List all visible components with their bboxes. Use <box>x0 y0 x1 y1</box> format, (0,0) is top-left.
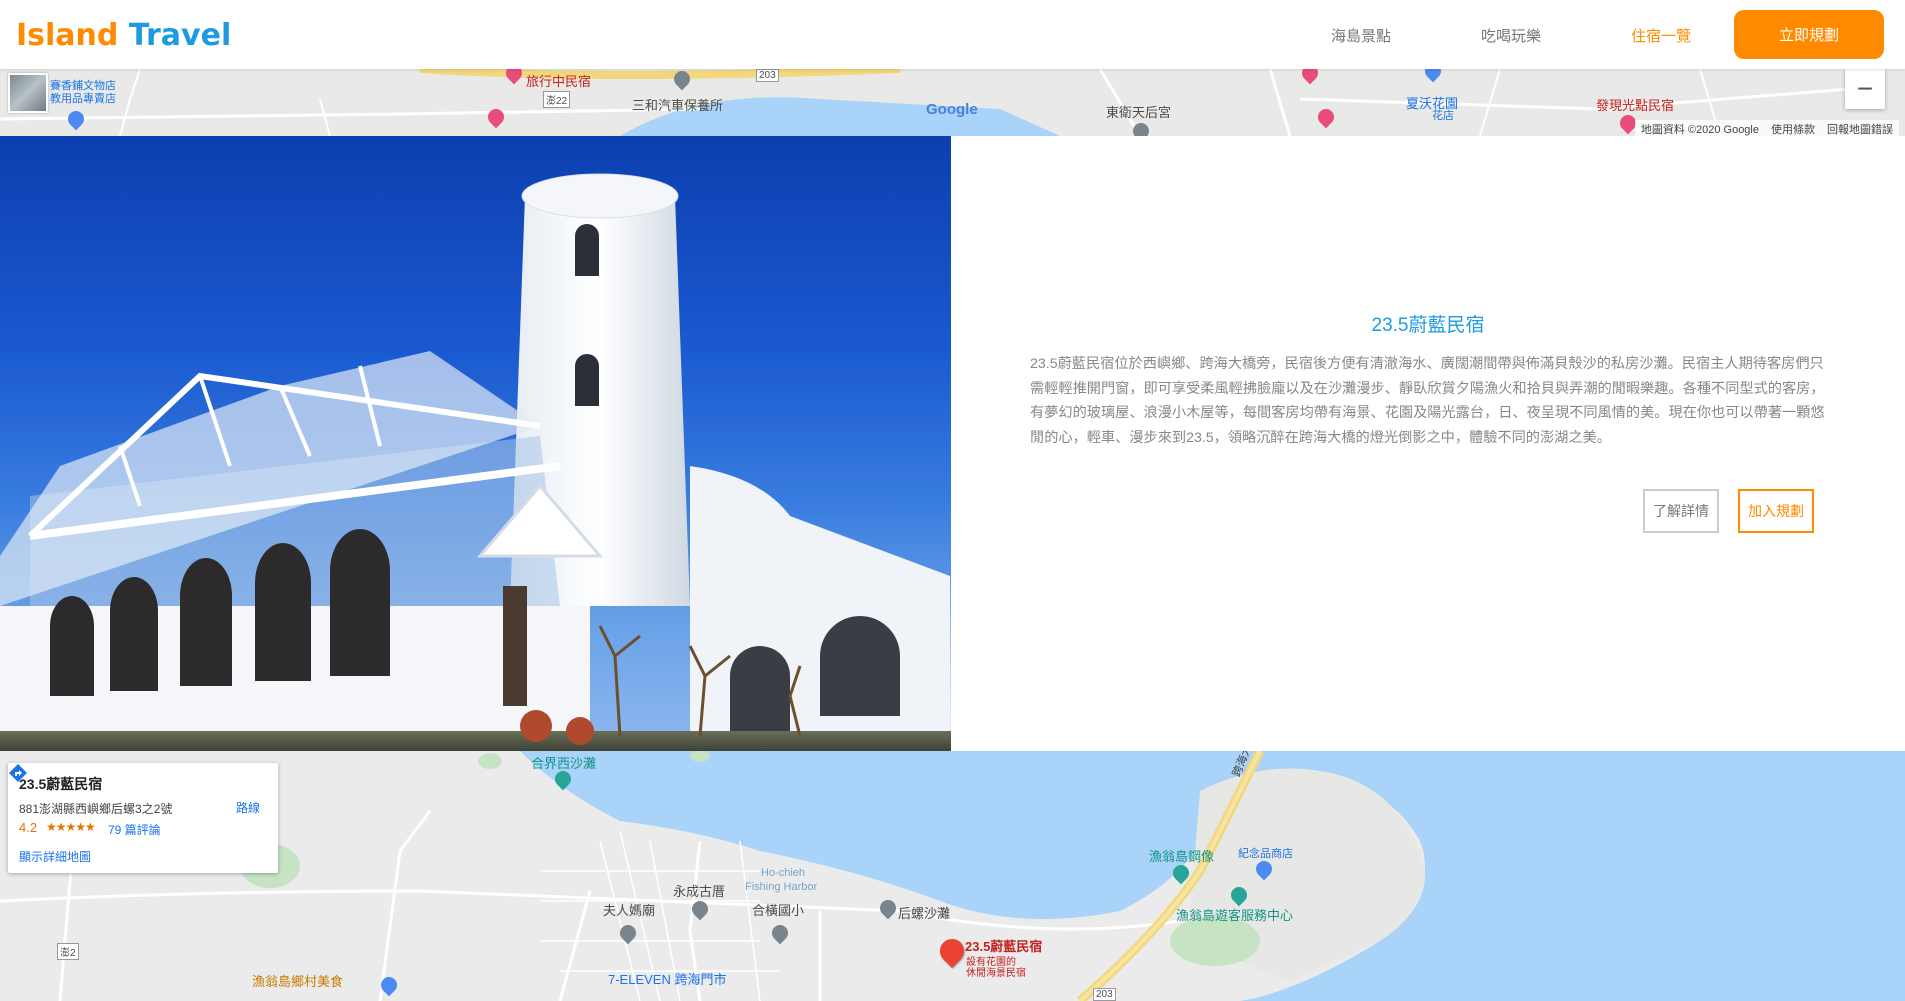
map-label-shop-sub: 教用品專賣店 <box>50 93 116 105</box>
map-road-shield-peng2: 澎2 <box>57 943 79 960</box>
place-name: 23.5蔚藍民宿 <box>19 776 103 792</box>
map-label-school[interactable]: 合橫國小 <box>752 900 804 919</box>
learn-more-button[interactable]: 了解詳情 <box>1643 489 1719 533</box>
place-address: 881澎湖縣西嶼鄉后螺3之2號 <box>19 802 173 816</box>
map-label-back-beach[interactable]: 后螺沙灘 <box>898 903 950 922</box>
terms-link[interactable]: 使用條款 <box>1771 121 1815 136</box>
map-label-harbor-en: Ho-chieh <box>761 867 806 879</box>
nav-link-accommodation[interactable]: 住宿一覽 <box>1631 25 1691 46</box>
map-label-souvenir[interactable]: 紀念品商店 <box>1238 845 1293 861</box>
accommodation-detail: 23.5蔚藍民宿 23.5蔚藍民宿位於西嶼鄉、跨海大橋旁，民宿後方便有清澈海水、… <box>951 136 1905 751</box>
plan-now-button[interactable]: 立即規劃 <box>1734 10 1884 59</box>
report-error-link[interactable]: 回報地圖錯誤 <box>1827 121 1893 136</box>
accommodation-title: 23.5蔚藍民宿 <box>1371 315 1485 336</box>
map-label-garden-sub: 花店 <box>1432 110 1454 122</box>
map-label-car-shop[interactable]: 三和汽車保養所 <box>632 95 723 114</box>
google-logo: Google <box>926 101 978 118</box>
location-map[interactable]: 23.5蔚藍民宿 881澎湖縣西嶼鄉后螺3之2號 4.2 ★★★★★ 79 篇評… <box>0 751 1905 1001</box>
place-info-card: 23.5蔚藍民宿 881澎湖縣西嶼鄉后螺3之2號 4.2 ★★★★★ 79 篇評… <box>8 763 278 873</box>
streetview-thumbnail[interactable] <box>8 73 48 113</box>
reviews-link[interactable]: 79 篇評論 <box>108 821 161 838</box>
zoom-out-button[interactable]: − <box>1845 69 1885 109</box>
nav-link-food-fun[interactable]: 吃喝玩樂 <box>1481 25 1541 46</box>
map-road-shield: 澎22 <box>543 91 571 108</box>
map-label-statue[interactable]: 漁翁島鋼像 <box>1149 846 1214 865</box>
map-label-visitor-center[interactable]: 漁翁島遊客服務中心 <box>1176 905 1293 924</box>
lighthouse-illustration <box>0 173 951 751</box>
nav-link-attractions[interactable]: 海島景點 <box>1331 25 1391 46</box>
place-rating: 4.2 <box>19 820 38 835</box>
map-label-inn2[interactable]: 發現光點民宿 <box>1596 95 1674 114</box>
map-label-food[interactable]: 漁翁島鄉村美食 <box>252 971 343 990</box>
map-label-temple[interactable]: 東衛天后宮 <box>1106 102 1171 121</box>
map-label-mazu[interactable]: 夫人媽廟 <box>603 900 655 919</box>
rating-stars-icon: ★★★★★ <box>46 820 96 834</box>
map-data-credit: 地圖資料 ©2020 Google <box>1640 124 1759 136</box>
top-navbar: Island Travel 海島景點 吃喝玩樂 住宿一覽 立即規劃 <box>0 0 1905 69</box>
map-road-shield-203-bottom: 203 <box>1093 988 1116 1001</box>
map-label-harbor-en2: Fishing Harbor <box>745 881 818 893</box>
top-map[interactable]: 賽香鋪文物店 教用品專賣店 旅行中民宿 澎22 三和汽車保養所 203 Goog… <box>0 69 1905 136</box>
map-label-hotel-sub2: 休閒海景民宿 <box>966 968 1026 979</box>
map-label-west-beach[interactable]: 合界西沙灘 <box>531 753 596 772</box>
map-attribution: 地圖資料 ©2020 Google 使用條款 回報地圖錯誤 <box>1634 120 1899 136</box>
directions-icon[interactable] <box>8 763 28 783</box>
accommodation-description: 23.5蔚藍民宿位於西嶼鄉、跨海大橋旁，民宿後方便有清澈海水、廣闊潮間帶與佈滿貝… <box>1030 356 1825 446</box>
map-label-inn[interactable]: 旅行中民宿 <box>526 71 591 90</box>
view-larger-map-link[interactable]: 顯示詳細地圖 <box>19 848 91 865</box>
site-logo[interactable]: Island Travel <box>16 18 231 54</box>
map-label-711[interactable]: 7-ELEVEN 跨海門市 <box>608 969 726 988</box>
directions-link[interactable]: 路線 <box>236 799 260 816</box>
map-road-shield-203: 203 <box>756 69 779 82</box>
hotel-photo <box>0 136 951 751</box>
add-to-plan-button[interactable]: 加入規劃 <box>1738 489 1814 533</box>
map-label-yongcheng[interactable]: 永成古厝 <box>673 881 725 900</box>
